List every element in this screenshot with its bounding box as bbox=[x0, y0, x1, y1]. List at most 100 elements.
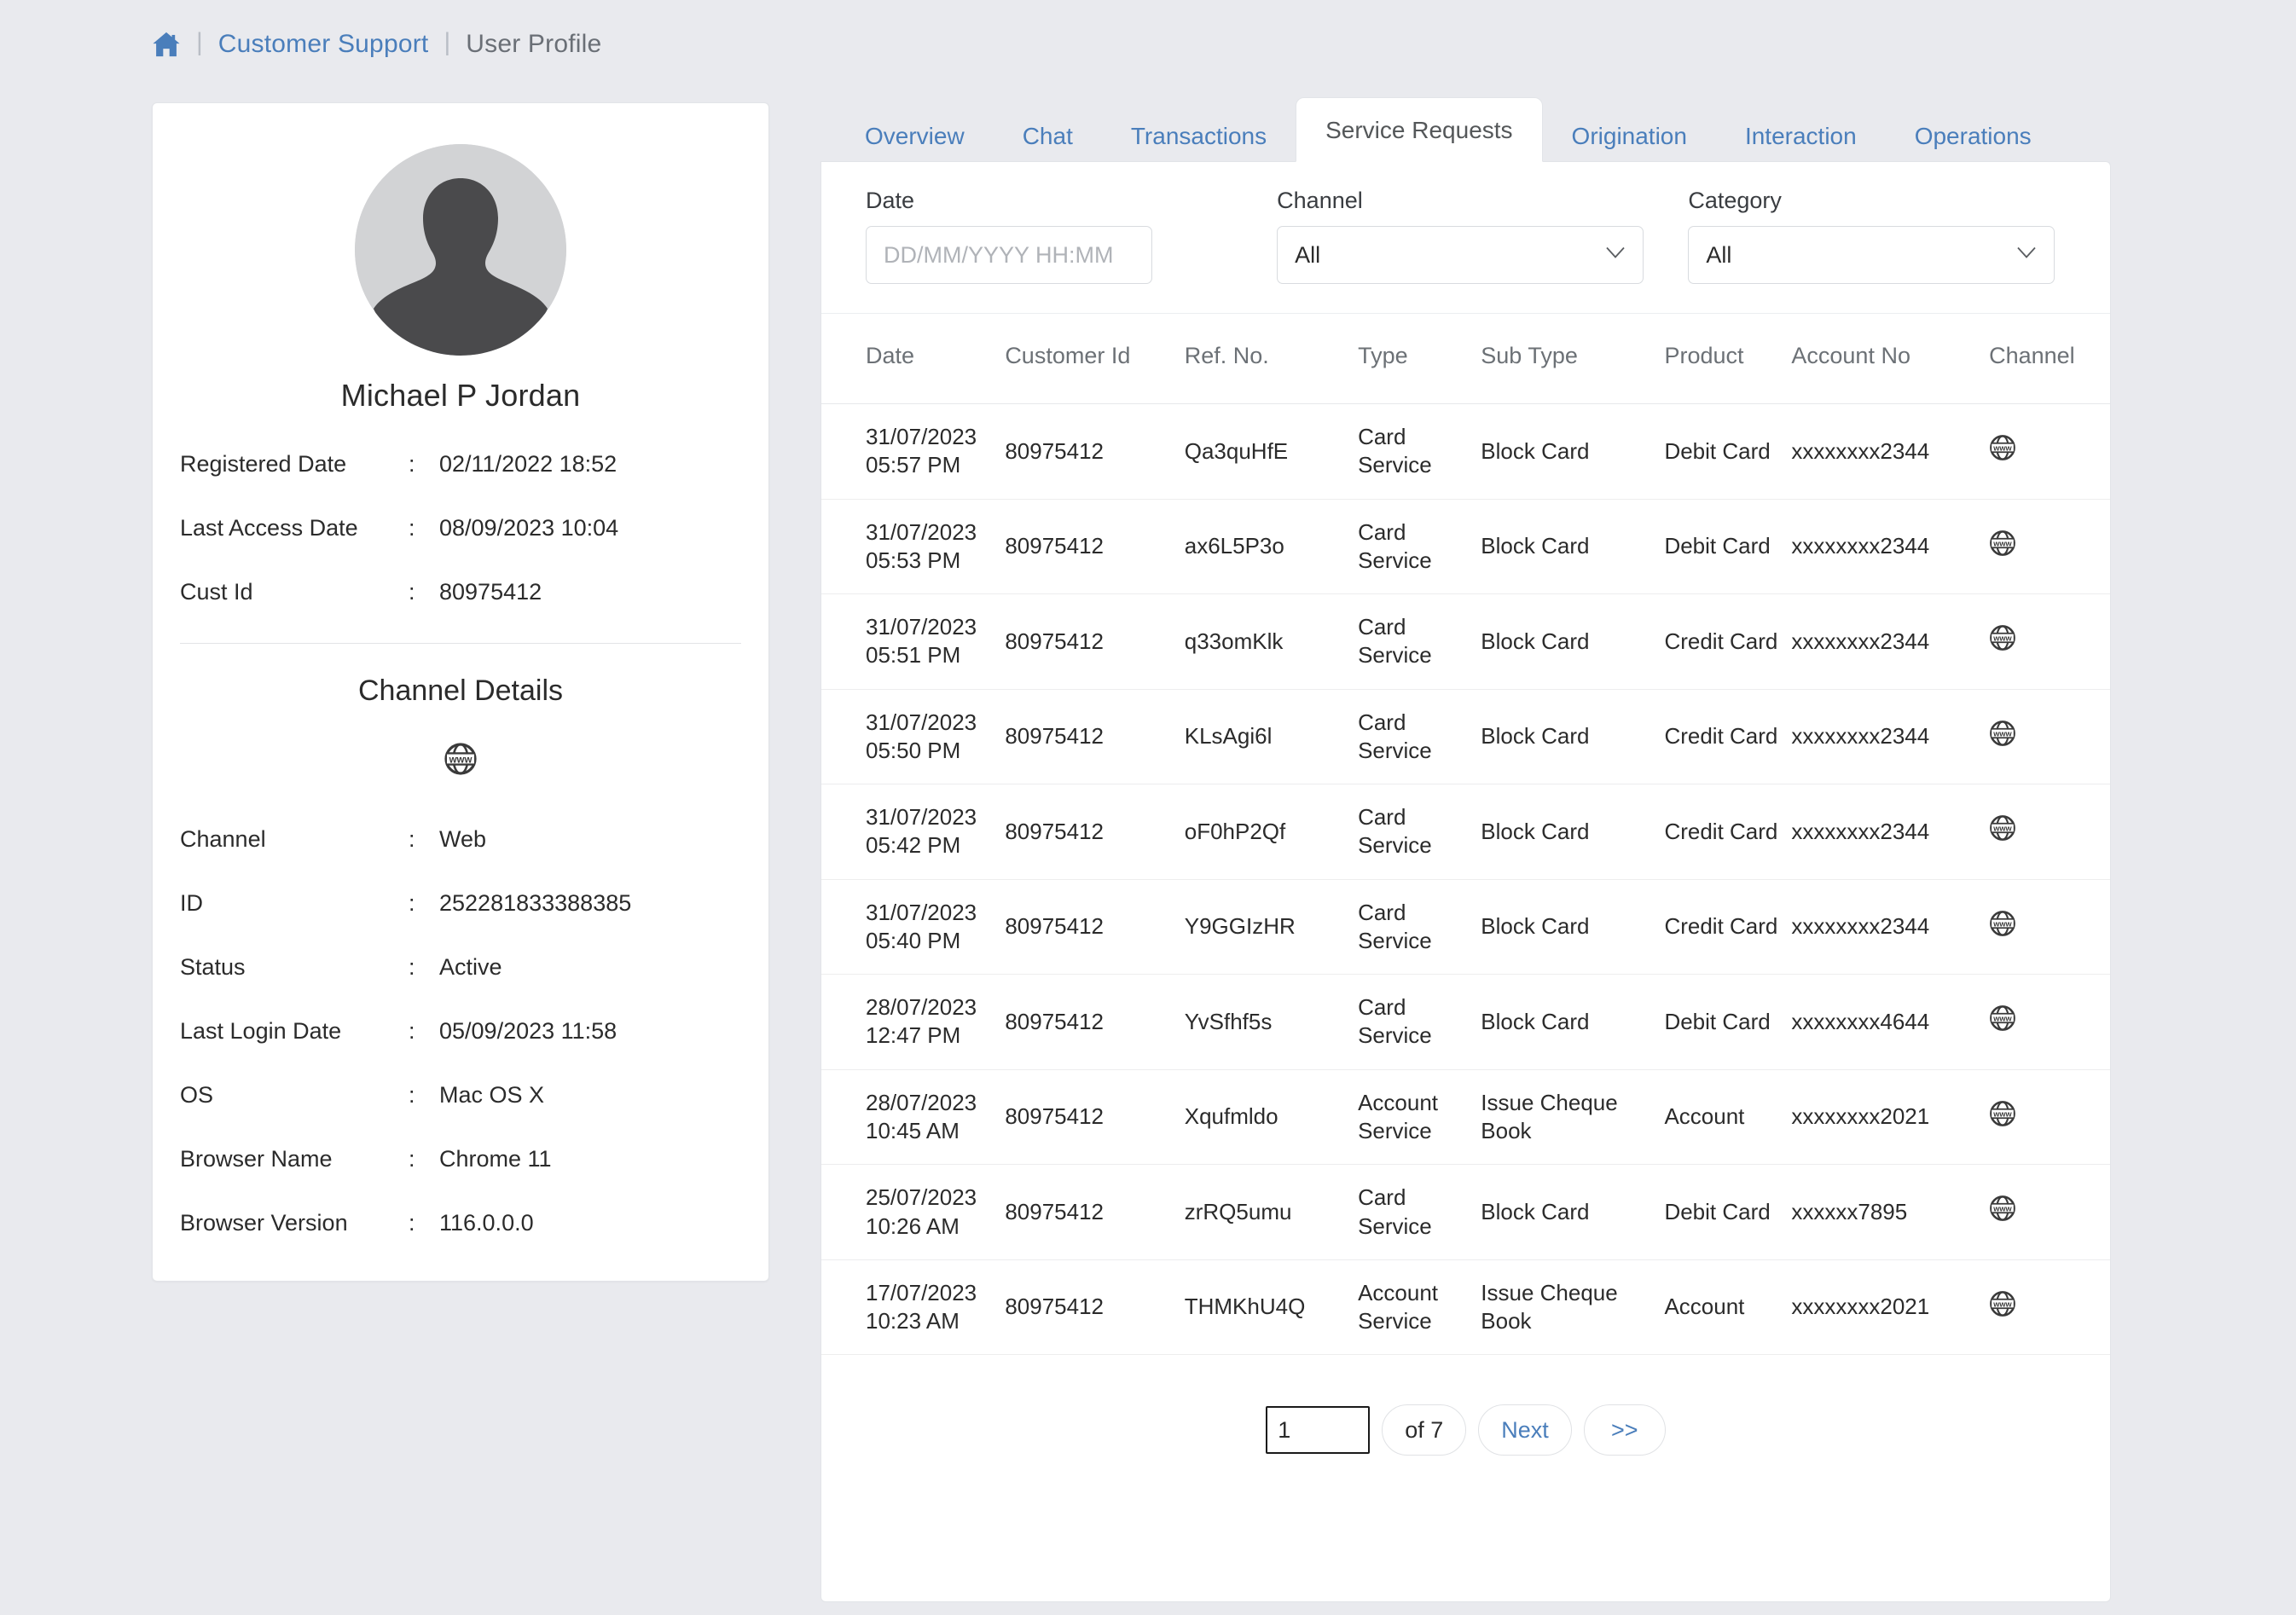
cell-time-value: 10:23 AM bbox=[866, 1308, 960, 1334]
field-value: 116.0.0.0 bbox=[439, 1210, 534, 1236]
column-header-sub-type[interactable]: Sub Type bbox=[1481, 314, 1665, 404]
avatar bbox=[355, 144, 566, 356]
field-colon: : bbox=[409, 1082, 415, 1108]
cell-channel: www bbox=[1989, 499, 2110, 595]
cell-time-value: 05:51 PM bbox=[866, 642, 961, 669]
cell-date-value: 25/07/2023 bbox=[866, 1184, 977, 1211]
page-content: Michael P Jordan Registered Date : 02/11… bbox=[0, 70, 2296, 1602]
field-label: Browser Name bbox=[180, 1146, 333, 1172]
cell-ref-no: THMKhU4Q bbox=[1184, 1259, 1359, 1356]
service-requests-panel: Date Channel All bbox=[820, 161, 2111, 1602]
column-header-ref-no[interactable]: Ref. No. bbox=[1184, 314, 1359, 404]
tab-service-requests[interactable]: Service Requests bbox=[1296, 97, 1543, 162]
tab-overview[interactable]: Overview bbox=[836, 107, 994, 164]
table-row[interactable]: 25/07/2023 10:26 AM 80975412 zrRQ5umu Card S… bbox=[821, 1164, 2110, 1260]
table-row[interactable]: 28/07/2023 10:45 AM 80975412 Xqufmldo Accoun… bbox=[821, 1069, 2110, 1166]
cell-date-value: 31/07/2023 bbox=[866, 899, 977, 925]
cell-customer-id: 80975412 bbox=[1005, 879, 1185, 975]
channel-select[interactable]: All bbox=[1277, 226, 1644, 284]
column-header-date[interactable]: Date bbox=[821, 314, 1006, 404]
field-colon: : bbox=[409, 451, 415, 477]
svg-text:www: www bbox=[1992, 919, 2012, 928]
column-header-account-no[interactable]: Account No bbox=[1791, 314, 1990, 404]
table-row[interactable]: 31/07/2023 05:40 PM 80975412 Y9GGIzHR Card S… bbox=[821, 879, 2110, 975]
cell-type: Card Service bbox=[1358, 403, 1481, 500]
field-value: Chrome 11 bbox=[439, 1146, 552, 1172]
table-body: 31/07/2023 05:57 PM 80975412 Qa3quHfE Card S… bbox=[821, 403, 2110, 1356]
channel-field-last-login-date: Last Login Date : 05/09/2023 11:58 bbox=[180, 1018, 741, 1045]
cell-sub-type: Block Card bbox=[1481, 689, 1665, 785]
table-row[interactable]: 31/07/2023 05:57 PM 80975412 Qa3quHfE Card S… bbox=[821, 403, 2110, 500]
section-divider bbox=[180, 643, 741, 644]
home-icon[interactable] bbox=[152, 31, 181, 58]
table-header: Date Customer Id Ref. No. Type Sub Type … bbox=[821, 314, 2110, 404]
table-row[interactable]: 31/07/2023 05:42 PM 80975412 oF0hP2Qf Card S… bbox=[821, 784, 2110, 880]
cell-product: Debit Card bbox=[1664, 499, 1792, 595]
cell-sub-type: Block Card bbox=[1481, 1164, 1665, 1260]
cell-date: 17/07/2023 10:23 AM bbox=[821, 1259, 1006, 1356]
cell-channel: www bbox=[1989, 403, 2110, 500]
field-colon: : bbox=[409, 515, 415, 541]
cell-type: Card Service bbox=[1358, 879, 1481, 975]
cell-channel: www bbox=[1989, 593, 2110, 690]
date-input[interactable] bbox=[866, 226, 1152, 284]
tab-interaction[interactable]: Interaction bbox=[1716, 107, 1886, 164]
next-page-button[interactable]: Next bbox=[1478, 1404, 1572, 1456]
cell-time-value: 10:26 AM bbox=[866, 1213, 960, 1239]
cell-time-value: 10:45 AM bbox=[866, 1117, 960, 1143]
table-row[interactable]: 31/07/2023 05:50 PM 80975412 KLsAgi6l Card S… bbox=[821, 689, 2110, 785]
tab-operations[interactable]: Operations bbox=[1886, 107, 2061, 164]
cell-account-no: xxxxxxxx2021 bbox=[1791, 1259, 1990, 1356]
field-label: Last Login Date bbox=[180, 1018, 342, 1044]
cell-account-no: xxxxxxxx2344 bbox=[1791, 879, 1990, 975]
cell-account-no: xxxxxxxx2344 bbox=[1791, 499, 1990, 595]
cell-time-value: 05:57 PM bbox=[866, 452, 961, 478]
table-row[interactable]: 31/07/2023 05:51 PM 80975412 q33omKlk Card S… bbox=[821, 593, 2110, 690]
cell-product: Account bbox=[1664, 1069, 1792, 1166]
cell-customer-id: 80975412 bbox=[1005, 1164, 1185, 1260]
tab-origination[interactable]: Origination bbox=[1543, 107, 1716, 164]
field-value: 252281833388385 bbox=[439, 890, 632, 916]
category-select-value: All bbox=[1706, 241, 1732, 268]
column-header-customer-id[interactable]: Customer Id bbox=[1005, 314, 1185, 404]
cell-sub-type: Block Card bbox=[1481, 974, 1665, 1070]
column-header-type[interactable]: Type bbox=[1358, 314, 1481, 404]
cell-ref-no: zrRQ5umu bbox=[1184, 1164, 1359, 1260]
column-header-product[interactable]: Product bbox=[1664, 314, 1792, 404]
field-colon: : bbox=[409, 826, 415, 852]
filter-bar: Date Channel All bbox=[821, 162, 2110, 314]
tab-chat[interactable]: Chat bbox=[994, 107, 1102, 164]
globe-www-icon: www bbox=[1989, 1291, 2016, 1323]
category-select[interactable]: All bbox=[1688, 226, 2055, 284]
table-row[interactable]: 31/07/2023 05:53 PM 80975412 ax6L5P3o Card S… bbox=[821, 499, 2110, 595]
channel-select-wrapper: All bbox=[1277, 226, 1644, 284]
globe-www-icon: www bbox=[444, 742, 478, 780]
page-number-input[interactable] bbox=[1266, 1406, 1371, 1455]
column-header-channel[interactable]: Channel bbox=[1989, 314, 2110, 404]
filter-date-label: Date bbox=[866, 188, 915, 213]
tab-transactions[interactable]: Transactions bbox=[1102, 107, 1296, 164]
cell-channel: www bbox=[1989, 1069, 2110, 1166]
cell-type: Card Service bbox=[1358, 784, 1481, 880]
cell-type: Card Service bbox=[1358, 593, 1481, 690]
breadcrumb: | Customer Support | User Profile bbox=[0, 0, 2296, 70]
table-row[interactable]: 28/07/2023 12:47 PM 80975412 YvSfhf5s Card S… bbox=[821, 974, 2110, 1070]
service-requests-section: Overview Chat Transactions Service Reque… bbox=[820, 97, 2111, 1602]
table-row[interactable]: 17/07/2023 10:23 AM 80975412 THMKhU4Q Accoun… bbox=[821, 1259, 2110, 1356]
cell-account-no: xxxxxxxx2344 bbox=[1791, 593, 1990, 690]
cell-date: 28/07/2023 12:47 PM bbox=[821, 974, 1006, 1070]
globe-www-icon: www bbox=[1989, 625, 2016, 657]
cell-date-value: 28/07/2023 bbox=[866, 994, 977, 1021]
cell-date-value: 17/07/2023 bbox=[866, 1279, 977, 1305]
cell-date-value: 31/07/2023 bbox=[866, 518, 977, 545]
svg-text:www: www bbox=[1992, 825, 2012, 833]
last-page-button[interactable]: >> bbox=[1583, 1404, 1666, 1456]
cell-customer-id: 80975412 bbox=[1005, 499, 1185, 595]
cell-ref-no: Xqufmldo bbox=[1184, 1069, 1359, 1166]
breadcrumb-link-customer-support[interactable]: Customer Support bbox=[218, 30, 429, 59]
cell-product: Credit Card bbox=[1664, 879, 1792, 975]
filter-category-label: Category bbox=[1688, 188, 1782, 213]
channel-field-id: ID : 252281833388385 bbox=[180, 890, 741, 917]
field-label: Cust Id bbox=[180, 579, 253, 605]
cell-product: Debit Card bbox=[1664, 974, 1792, 1070]
